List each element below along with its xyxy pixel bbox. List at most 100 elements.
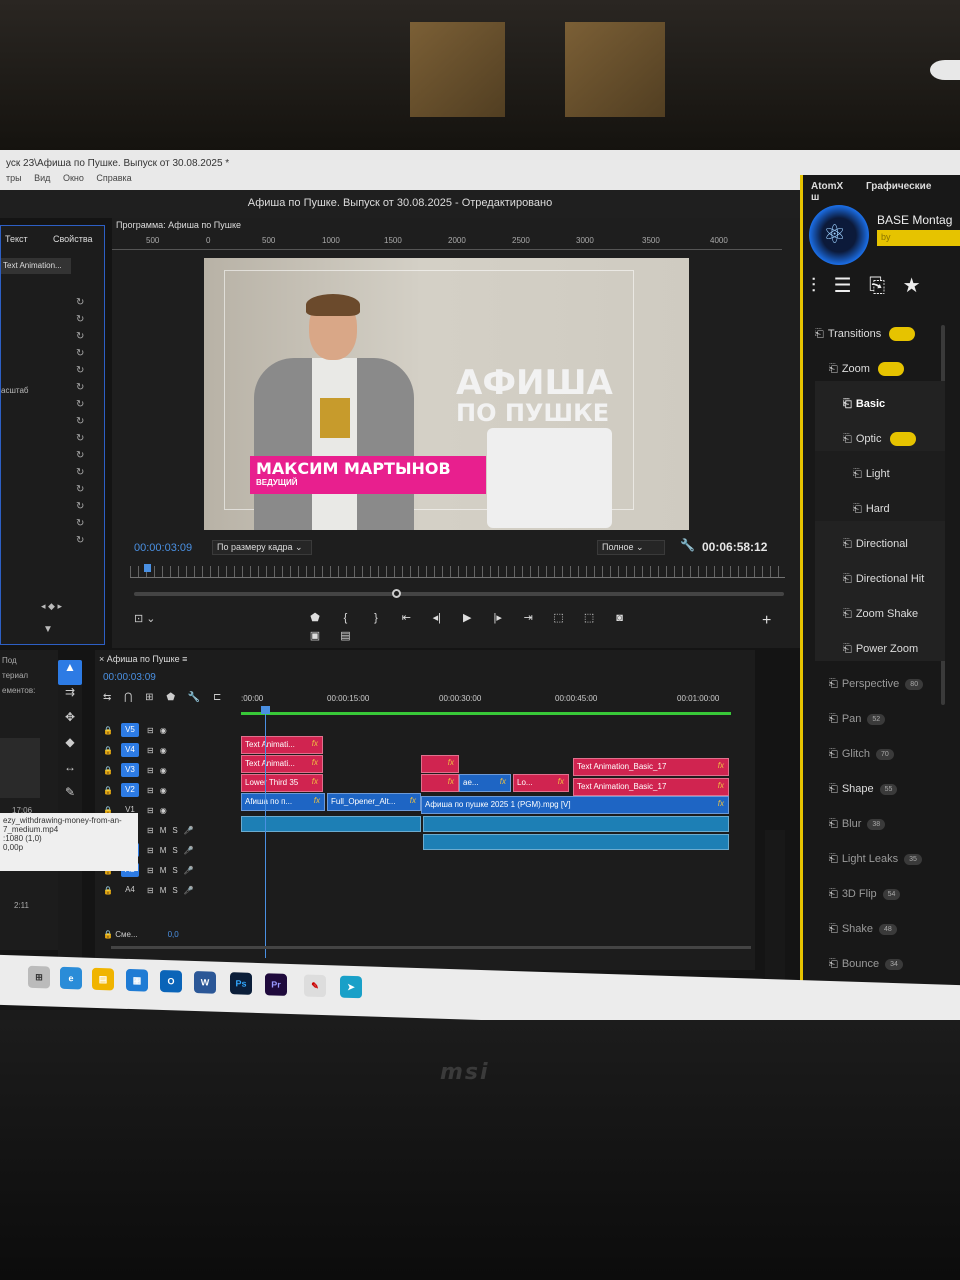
clip-text-animation-basic[interactable]: Text Animation_Basic_17 fx	[573, 778, 729, 796]
keyframe-toggle-icon[interactable]: ↻	[76, 534, 88, 548]
track-name[interactable]: V3	[121, 763, 139, 777]
playhead-line[interactable]	[265, 708, 266, 958]
preset-item[interactable]: ⎗ Shake 48	[815, 906, 945, 941]
razor-icon[interactable]: ◆	[58, 735, 82, 760]
compare-icon[interactable]: ▣	[302, 629, 328, 642]
keyframe-toggle-icon[interactable]: ↻	[76, 449, 88, 463]
vr-icon[interactable]: ▤	[332, 629, 358, 642]
preset-item[interactable]: ⎗ Basic	[815, 381, 945, 416]
lock-icon[interactable]: 🔒	[103, 886, 121, 895]
favorite-toggle[interactable]	[877, 362, 904, 376]
clip-text-animation[interactable]: Text Animati... fx	[241, 736, 323, 754]
menu-item[interactable]: тры	[6, 173, 22, 183]
clip-text-animation[interactable]: Text Animati... fx	[241, 755, 323, 773]
preset-item[interactable]: ⎗ Shape 55	[815, 766, 945, 801]
eye-icon[interactable]: ⊟◉	[147, 786, 173, 795]
preset-item[interactable]: ⎗ Bounce 34	[815, 941, 945, 976]
keyframe-toggle-icon[interactable]: ↻	[76, 364, 88, 378]
audio-clip-a1[interactable]	[423, 816, 729, 832]
preset-item[interactable]: ⎗ Glitch 70	[815, 731, 945, 766]
filter-icon[interactable]: ▼	[43, 624, 53, 635]
track-name[interactable]: V5	[121, 723, 139, 737]
mute-solo-icon[interactable]: ⊟MS🎤	[147, 846, 200, 855]
preset-item[interactable]: ⎗ Optic	[815, 416, 945, 451]
lift-icon[interactable]: ⬚	[546, 611, 572, 624]
captions-icon[interactable]: ⊏	[213, 692, 221, 703]
eye-icon[interactable]: ⊟◉	[147, 726, 173, 735]
favorite-toggle[interactable]	[889, 432, 916, 446]
outlook-icon[interactable]: O	[160, 969, 182, 993]
preset-item[interactable]: ⎗ Zoom Shake	[815, 591, 945, 626]
play-icon[interactable]: ▶	[454, 611, 480, 624]
audio-clip-a2[interactable]	[423, 834, 729, 850]
nest-icon[interactable]: ⇆	[103, 692, 111, 703]
keyframe-toggle-icon[interactable]: ↻	[76, 347, 88, 361]
preset-item[interactable]: ⎗ Hard	[815, 486, 945, 521]
eye-icon[interactable]: ⊟◉	[147, 806, 173, 815]
store-icon[interactable]: ▦	[126, 968, 148, 992]
selection-tool-icon[interactable]: ▲	[58, 660, 82, 685]
tab-text[interactable]: Текст	[5, 234, 28, 244]
widgets-icon[interactable]: ⊞	[28, 965, 50, 989]
menu-item-window[interactable]: Окно	[63, 173, 84, 183]
preset-item[interactable]: ⎗ Transitions	[815, 311, 945, 346]
ripple-edit-icon[interactable]: ✥	[58, 710, 82, 735]
favorite-toggle[interactable]	[889, 327, 916, 341]
edge-icon[interactable]: e	[60, 966, 82, 990]
track-name[interactable]: A4	[121, 883, 139, 897]
mark-in-icon[interactable]: {	[332, 612, 358, 624]
fit-dropdown[interactable]: По размеру кадра ⌄	[212, 540, 312, 555]
app-icon[interactable]: ✎	[304, 974, 326, 998]
pen-icon[interactable]: ✎	[58, 785, 82, 810]
layers-icon[interactable]: ☰	[834, 275, 852, 297]
step-forward-icon[interactable]: |▸	[485, 611, 511, 624]
preset-item[interactable]: ⎗ Blur 38	[815, 801, 945, 836]
snap-icon[interactable]: ⋂	[124, 692, 132, 703]
mix-value[interactable]: 0,0	[168, 930, 179, 939]
preset-item[interactable]: ⎗ Zoom	[815, 346, 945, 381]
marker-icon[interactable]: ⬟	[302, 611, 328, 624]
clip-text-animation-basic[interactable]: Text Animation_Basic_17 fx	[573, 758, 729, 776]
go-to-in-icon[interactable]: ⇤	[393, 611, 419, 624]
media-thumbnail[interactable]	[0, 738, 40, 798]
preset-item[interactable]: ⎗ 3D Flip 54	[815, 871, 945, 906]
marker-icon[interactable]: ⬟	[166, 692, 175, 703]
tab-atomx[interactable]: AtomX	[811, 181, 843, 192]
track-name[interactable]: V2	[121, 783, 139, 797]
mute-solo-icon[interactable]: ⊟MS🎤	[147, 886, 200, 895]
work-area-bar[interactable]	[241, 712, 731, 715]
clip-effect[interactable]: fx	[421, 755, 459, 773]
keyframe-toggle-icon[interactable]: ↻	[76, 466, 88, 480]
playhead-timecode[interactable]: 00:00:03:09	[134, 542, 192, 554]
photoshop-icon[interactable]: Ps	[230, 972, 252, 995]
keyframe-toggle-icon[interactable]: ↻	[76, 517, 88, 531]
linked-icon[interactable]: ⊞	[145, 692, 153, 703]
clip-effect[interactable]: fx	[421, 774, 459, 792]
lock-icon[interactable]: 🔒	[103, 726, 121, 735]
sequence-tab[interactable]: × Афиша по Пушке ≡	[99, 654, 187, 664]
keyframe-toggle-icon[interactable]: ↻	[76, 432, 88, 446]
keyframe-toggle-icon[interactable]: ↻	[76, 398, 88, 412]
word-icon[interactable]: W	[194, 971, 216, 994]
keyframe-toggle-icon[interactable]: ↻	[76, 500, 88, 514]
preset-item[interactable]: ⎗ Pan 52	[815, 696, 945, 731]
step-back-icon[interactable]: ◂|	[424, 611, 450, 624]
preset-item[interactable]: ⎗ Directional Hit	[815, 556, 945, 591]
clip-lower-third[interactable]: Lower Third 35 fx	[241, 774, 323, 792]
zoom-scrollbar[interactable]	[134, 592, 784, 596]
premiere-icon[interactable]: Pr	[265, 973, 287, 996]
keyframe-toggle-icon[interactable]: ↻	[76, 313, 88, 327]
time-ruler[interactable]: :00:00 00:00:15:00 00:00:30:00 00:00:45:…	[241, 694, 736, 720]
star-icon[interactable]: ★	[903, 275, 921, 297]
clip-ae[interactable]: ae... fx	[459, 774, 511, 792]
preset-item[interactable]: ⎗ Power Zoom	[815, 626, 945, 661]
menu-item-help[interactable]: Справка	[96, 173, 131, 183]
quality-dropdown[interactable]: Полное ⌄	[597, 540, 665, 555]
slip-icon[interactable]: ↔	[58, 760, 82, 785]
tab-project[interactable]: Под	[2, 656, 56, 665]
eye-icon[interactable]: ⊟◉	[147, 746, 173, 755]
timeline-scrollbar[interactable]	[111, 946, 751, 949]
clip-lower-third-2[interactable]: Lo... fx	[513, 774, 569, 792]
camera-icon[interactable]: ◙	[607, 612, 633, 624]
audio-clip-a1[interactable]	[241, 816, 421, 832]
